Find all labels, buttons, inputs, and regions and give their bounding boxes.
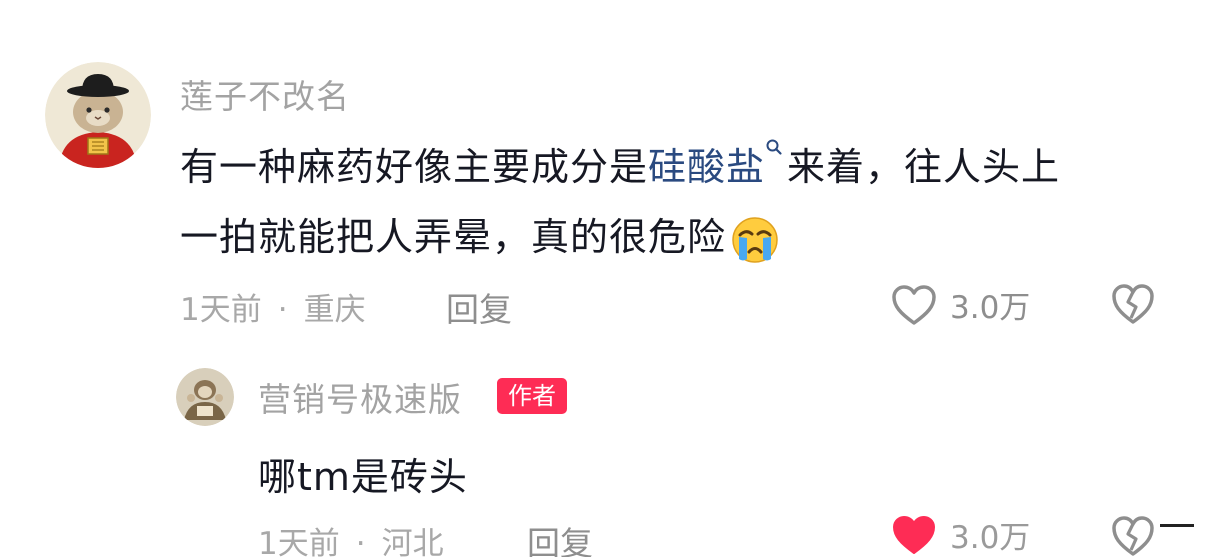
separator-dot: · (355, 526, 366, 557)
heart-icon[interactable] (890, 283, 938, 327)
reply-button[interactable]: 回复 (527, 517, 593, 557)
comment-location: 重庆 (303, 292, 366, 328)
comment-text-line-2: 一拍就能把人弄晕，真的很危险 (180, 206, 780, 265)
heart-filled-icon[interactable] (890, 513, 938, 557)
like-count: 3.0万 (950, 520, 1031, 556)
comment-meta: 1天前 · 重庆 (180, 284, 366, 329)
reply-location: 河北 (381, 526, 444, 557)
dislike-button[interactable] (1110, 514, 1156, 557)
cat-avatar-icon (45, 62, 151, 168)
reply-avatar[interactable] (176, 368, 234, 426)
comment-text: 有一种麻药好像主要成分是 (180, 145, 649, 189)
reply-meta: 1天前 · 河北 (258, 518, 444, 557)
like-button[interactable]: 3.0万 (890, 512, 1030, 557)
reply-button[interactable]: 回复 (446, 283, 512, 331)
crying-emoji-icon (732, 216, 778, 263)
comment-text: 一拍就能把人弄晕，真的很危险 (180, 215, 727, 259)
username[interactable]: 莲子不改名 (180, 70, 350, 118)
dislike-button[interactable] (1110, 282, 1156, 330)
comment-section: 莲子不改名 有一种麻药好像主要成分是硅酸盐 来着，往人头上 一拍就能把人弄晕，真的… (0, 0, 1210, 557)
author-badge: 作者 (497, 378, 567, 414)
reply-text: 哪tm是砖头 (258, 455, 468, 499)
reply-time: 1天前 (258, 526, 340, 557)
like-count: 3.0万 (950, 290, 1031, 326)
broken-heart-icon[interactable] (1110, 514, 1156, 557)
comment-time: 1天前 (180, 292, 262, 328)
like-button[interactable]: 3.0万 (890, 282, 1030, 327)
search-link[interactable]: 硅酸盐 (648, 145, 765, 189)
avatar[interactable] (45, 62, 151, 168)
comment-text: 来着，往人头上 (787, 145, 1061, 189)
comment-text-line-1: 有一种麻药好像主要成分是硅酸盐 来着，往人头上 (180, 136, 1060, 191)
collapse-dash (1160, 524, 1194, 527)
reply-username[interactable]: 营销号极速版 (258, 373, 462, 421)
broken-heart-icon[interactable] (1110, 282, 1156, 326)
search-icon[interactable] (765, 138, 783, 156)
figure-avatar-icon (176, 368, 234, 426)
separator-dot: · (277, 292, 288, 328)
